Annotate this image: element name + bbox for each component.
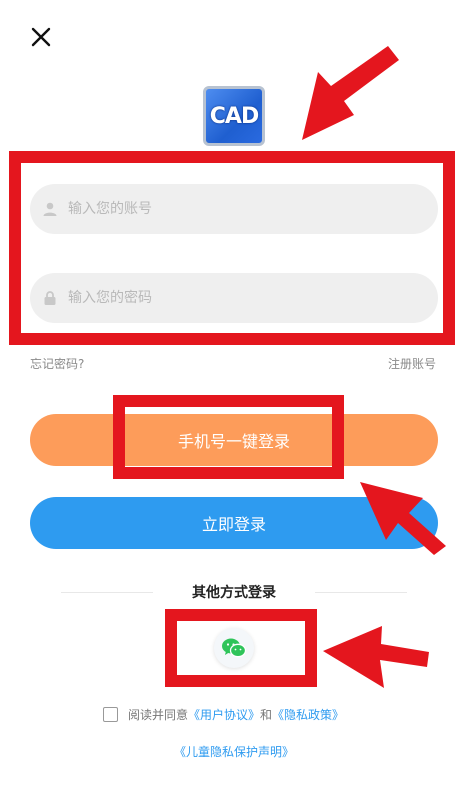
user-agreement-link[interactable]: 《用户协议》 xyxy=(188,706,260,723)
app-logo: CAD xyxy=(203,86,265,146)
child-privacy-link[interactable]: 《儿童隐私保护声明》 xyxy=(0,743,468,760)
agreement-and: 和 xyxy=(260,708,273,722)
agreement-checkbox[interactable] xyxy=(103,707,118,722)
annotation-box-phone-login xyxy=(113,395,344,479)
agreement-row: 阅读并同意 《用户协议》 和 《隐私政策》 xyxy=(103,706,344,723)
logo-text: CAD xyxy=(209,103,259,129)
privacy-policy-link[interactable]: 《隐私政策》 xyxy=(272,706,344,723)
forgot-password-link[interactable]: 忘记密码? xyxy=(30,355,84,372)
arrow-annotation xyxy=(323,626,429,688)
annotation-box-wechat xyxy=(165,609,317,687)
agreement-prefix: 阅读并同意 xyxy=(128,708,189,722)
annotation-box-inputs xyxy=(9,151,455,345)
register-link[interactable]: 注册账号 xyxy=(388,355,436,372)
arrow-annotation xyxy=(302,46,399,140)
login-label: 立即登录 xyxy=(201,515,266,534)
login-button[interactable]: 立即登录 xyxy=(30,497,438,549)
other-login-title: 其他方式登录 xyxy=(192,585,276,601)
close-icon[interactable] xyxy=(28,24,54,50)
